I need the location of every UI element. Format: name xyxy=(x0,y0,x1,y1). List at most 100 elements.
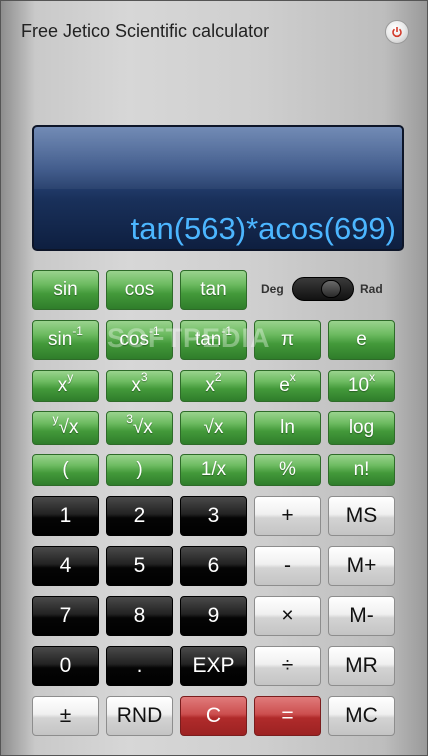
x-square-button[interactable]: x2 xyxy=(180,370,247,402)
digit-4-label: 4 xyxy=(59,554,72,577)
x-pow-y-button[interactable]: xy xyxy=(32,370,99,402)
digit-8-label: 8 xyxy=(133,604,146,627)
digit-0-button[interactable]: 0 xyxy=(32,646,99,686)
digit-2-button[interactable]: 2 xyxy=(106,496,173,536)
x-square-label: x xyxy=(205,375,215,396)
x-cube-sup: 3 xyxy=(140,370,148,384)
asin-button[interactable]: sin -1 xyxy=(32,320,99,360)
digit-4-button[interactable]: 4 xyxy=(32,546,99,586)
toggle-knob[interactable] xyxy=(321,280,341,298)
y-root-label: √x xyxy=(58,417,79,438)
decimal-point-button[interactable]: . xyxy=(106,646,173,686)
divide-button[interactable]: ÷ xyxy=(254,646,321,686)
digit-3-label: 3 xyxy=(207,504,220,527)
sin-button[interactable]: sin xyxy=(32,270,99,310)
ten-pow-x-label: 10 xyxy=(347,375,370,396)
digit-9-button[interactable]: 9 xyxy=(180,596,247,636)
pi-label: π xyxy=(280,329,295,350)
memory-clear-label: MC xyxy=(345,704,378,727)
digit-7-button[interactable]: 7 xyxy=(32,596,99,636)
digit-7-label: 7 xyxy=(59,604,72,627)
ten-pow-x-sup: x xyxy=(369,370,376,384)
y-root-button[interactable]: y √x xyxy=(32,411,99,445)
ln-button[interactable]: ln xyxy=(254,411,321,445)
digit-8-button[interactable]: 8 xyxy=(106,596,173,636)
tan-button[interactable]: tan xyxy=(180,270,247,310)
x-pow-y-label: x xyxy=(57,375,68,396)
percent-label: % xyxy=(279,459,296,480)
reciprocal-label: 1/x xyxy=(200,459,227,480)
ten-pow-x-button[interactable]: 10 x xyxy=(328,370,395,402)
digit-3-button[interactable]: 3 xyxy=(180,496,247,536)
left-paren-button[interactable]: ( xyxy=(32,454,99,486)
e-label: e xyxy=(356,329,367,350)
sqrt-label: √x xyxy=(203,417,224,438)
factorial-label: n! xyxy=(353,459,370,480)
memory-add-button[interactable]: M+ xyxy=(328,546,395,586)
memory-subtract-button[interactable]: M- xyxy=(328,596,395,636)
memory-store-button[interactable]: MS xyxy=(328,496,395,536)
cos-label: cos xyxy=(124,279,155,300)
plus-minus-label: ± xyxy=(59,704,72,727)
x-pow-y-sup: y xyxy=(67,370,74,384)
log-button[interactable]: log xyxy=(328,411,395,445)
digit-6-button[interactable]: 6 xyxy=(180,546,247,586)
reciprocal-button[interactable]: 1/x xyxy=(180,454,247,486)
digit-2-label: 2 xyxy=(133,504,146,527)
right-paren-label: ) xyxy=(136,459,143,480)
asin-label: sin xyxy=(48,329,73,350)
display-expression: tan(563)*acos(699) xyxy=(130,211,396,246)
memory-subtract-label: M- xyxy=(349,604,374,627)
cube-root-button[interactable]: 3 √x xyxy=(106,411,173,445)
digit-0-label: 0 xyxy=(59,654,72,677)
tan-label: tan xyxy=(200,279,227,300)
memory-store-label: MS xyxy=(345,504,378,527)
softpedia-watermark: SOFTPEDIA xyxy=(107,323,271,353)
percent-button[interactable]: % xyxy=(254,454,321,486)
exp-label: EXP xyxy=(192,654,235,677)
digit-1-button[interactable]: 1 xyxy=(32,496,99,536)
minus-button[interactable]: - xyxy=(254,546,321,586)
exp-button[interactable]: EXP xyxy=(180,646,247,686)
factorial-button[interactable]: n! xyxy=(328,454,395,486)
title-bar: Free Jetico Scientific calculator xyxy=(1,1,427,61)
clear-label: C xyxy=(205,704,222,727)
digit-5-button[interactable]: 5 xyxy=(106,546,173,586)
plus-label: + xyxy=(281,504,294,527)
e-button[interactable]: e xyxy=(328,320,395,360)
e-pow-x-button[interactable]: ex xyxy=(254,370,321,402)
ln-label: ln xyxy=(280,417,295,438)
multiply-label: × xyxy=(281,604,294,627)
calculator-window: Free Jetico Scientific calculator tan(56… xyxy=(0,0,428,756)
rad-label: Rad xyxy=(360,282,383,296)
equals-label: = xyxy=(281,704,294,727)
left-paren-label: ( xyxy=(62,459,69,480)
plus-button[interactable]: + xyxy=(254,496,321,536)
sin-label: sin xyxy=(53,279,78,300)
asin-sup: -1 xyxy=(72,324,83,338)
digit-1-label: 1 xyxy=(59,504,72,527)
decimal-point-label: . xyxy=(136,654,143,677)
sqrt-button[interactable]: √x xyxy=(180,411,247,445)
multiply-button[interactable]: × xyxy=(254,596,321,636)
power-icon xyxy=(392,27,402,38)
digit-5-label: 5 xyxy=(133,554,146,577)
e-pow-x-sup: x xyxy=(289,370,296,384)
x-cube-button[interactable]: x3 xyxy=(106,370,173,402)
window-title: Free Jetico Scientific calculator xyxy=(21,21,270,41)
right-paren-button[interactable]: ) xyxy=(106,454,173,486)
cos-button[interactable]: cos xyxy=(106,270,173,310)
digit-9-label: 9 xyxy=(207,604,220,627)
memory-add-label: M+ xyxy=(346,554,377,577)
minus-label: - xyxy=(284,554,291,577)
close-power-button[interactable] xyxy=(385,20,409,44)
angle-mode-toggle[interactable] xyxy=(292,277,354,301)
equals-button[interactable]: = xyxy=(254,696,321,736)
calculator-display: tan(563)*acos(699) xyxy=(32,125,404,251)
memory-recall-button[interactable]: MR xyxy=(328,646,395,686)
memory-clear-button[interactable]: MC xyxy=(328,696,395,736)
y-root-sup: y xyxy=(52,412,59,426)
clear-button[interactable]: C xyxy=(180,696,247,736)
plus-minus-button[interactable]: ± xyxy=(32,696,99,736)
random-button[interactable]: RND xyxy=(106,696,173,736)
